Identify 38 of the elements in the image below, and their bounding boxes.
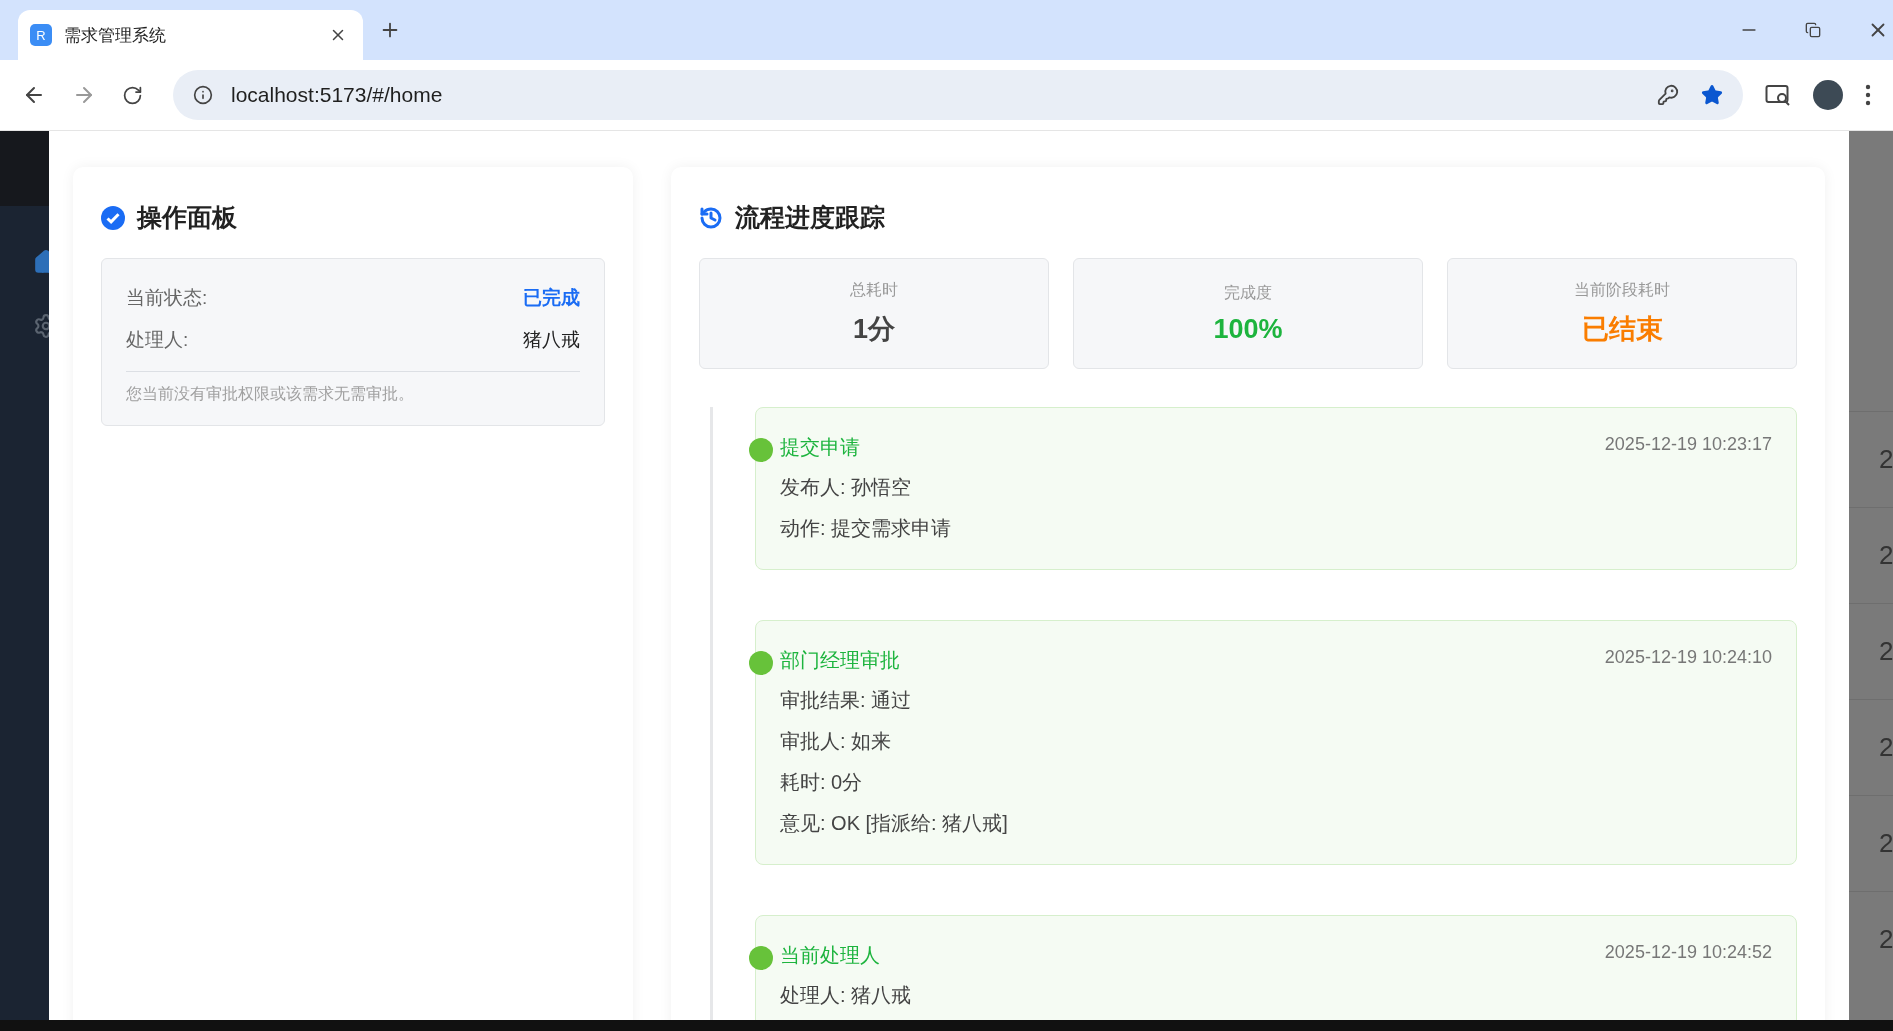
history-icon (699, 205, 723, 230)
step-detail: 动作: 提交需求申请 (780, 516, 953, 541)
permission-note: 您当前没有审批权限或该需求无需审批。 (126, 371, 580, 405)
stat-label: 当前阶段耗时 (1574, 280, 1670, 300)
step-detail: 审批人: 如来 (780, 729, 893, 754)
stat-value: 1分 (853, 313, 895, 346)
table-cell: 2 (1849, 507, 1893, 603)
panel-title: 操作面板 (137, 202, 237, 233)
step-detail: 发布人: 孙悟空 (780, 475, 913, 500)
step-detail: 耗时: 0分 (780, 770, 864, 795)
status-value: 已完成 (523, 286, 580, 310)
stat-value: 100% (1213, 313, 1283, 345)
profile-avatar[interactable] (1813, 80, 1843, 110)
table-cell: 2 (1849, 795, 1893, 891)
table-cell: 2 (1849, 891, 1893, 987)
table-cell: 2 (1849, 603, 1893, 699)
stat-label: 完成度 (1224, 282, 1272, 303)
stat-value: 已结束 (1581, 313, 1663, 346)
step-detail: 处理人: 猪八戒 (780, 983, 913, 1008)
check-circle-icon (101, 205, 125, 230)
step-detail: 审批结果: 通过 (780, 688, 913, 713)
step-title: 当前处理人 (780, 943, 880, 968)
stat-label: 总耗时 (850, 280, 898, 300)
table-cell: 2 (1849, 411, 1893, 507)
favicon: R (30, 24, 52, 46)
handler-label: 处理人: (126, 328, 189, 352)
handler-value: 猪八戒 (523, 328, 580, 352)
table-cell: 2 (1849, 699, 1893, 795)
panel-title: 流程进度跟踪 (735, 202, 885, 233)
step-time: 2025-12-19 10:23:17 (1604, 434, 1772, 456)
step-detail: 意见: OK [指派给: 猪八戒] (780, 811, 1009, 836)
step-time: 2025-12-19 10:24:10 (1604, 647, 1772, 669)
step-title: 部门经理审批 (780, 648, 900, 673)
status-label: 当前状态: (126, 286, 208, 310)
step-time: 2025-12-19 10:24:52 (1604, 942, 1772, 964)
step-title: 提交申请 (780, 435, 860, 460)
browser-tab[interactable]: R 需求管理系统 (18, 10, 363, 60)
tab-title: 需求管理系统 (64, 24, 167, 47)
